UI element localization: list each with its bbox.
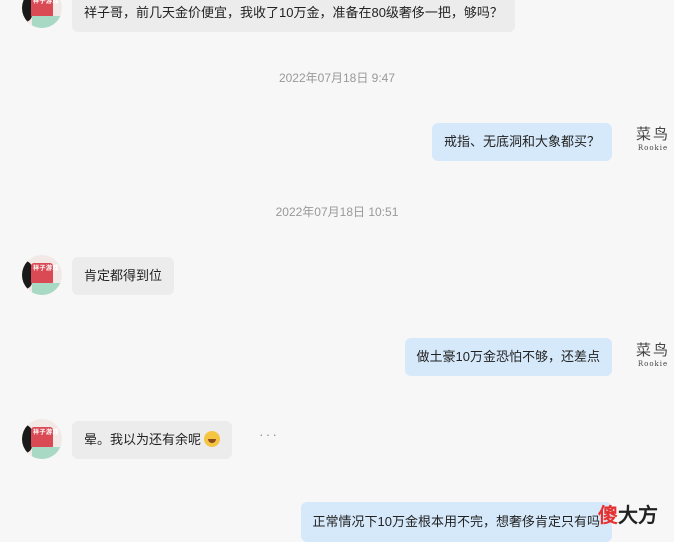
message-text: 祥子哥，前几天金价便宜，我收了10万金，准备在80级奢侈一把，够吗？ [72,0,515,32]
message-text: 做土豪10万金恐怕不够，还差点 [404,338,612,376]
contact-avatar[interactable]: 祥子游戏 [22,419,62,459]
message-outgoing[interactable]: 正常情况下10万金根本用不完，想奢侈肯定只有吗 [300,502,612,542]
user-avatar[interactable]: 菜鸟 Rookie [633,340,673,380]
message-text: 晕。我以为还有余呢 [84,432,202,447]
more-options-icon[interactable]: ··· [259,426,279,442]
watermark-logo: 傻 大方 [598,503,658,527]
contact-avatar[interactable]: 祥子游戏 [22,0,62,28]
message-incoming[interactable]: 祥子哥，前几天金价便宜，我收了10万金，准备在80级奢侈一把，够吗？ [72,0,515,32]
message-text: 戒指、无底洞和大象都买？ [431,123,612,161]
message-incoming[interactable]: 肯定都得到位 [72,257,175,295]
message-outgoing[interactable]: 戒指、无底洞和大象都买？ [431,123,612,161]
contact-avatar[interactable]: 祥子游戏 [22,255,62,295]
message-incoming[interactable]: 晕。我以为还有余呢 [72,421,233,459]
message-text: 正常情况下10万金根本用不完，想奢侈肯定只有吗 [300,502,612,542]
user-avatar[interactable]: 菜鸟 Rookie [633,124,673,164]
timestamp: 2022年07月18日 10:51 [275,205,399,219]
message-outgoing[interactable]: 做土豪10万金恐怕不够，还差点 [404,338,612,376]
message-text: 肯定都得到位 [72,257,175,295]
laughing-emoji-icon [204,431,221,447]
timestamp: 2022年07月18日 9:47 [278,71,396,85]
